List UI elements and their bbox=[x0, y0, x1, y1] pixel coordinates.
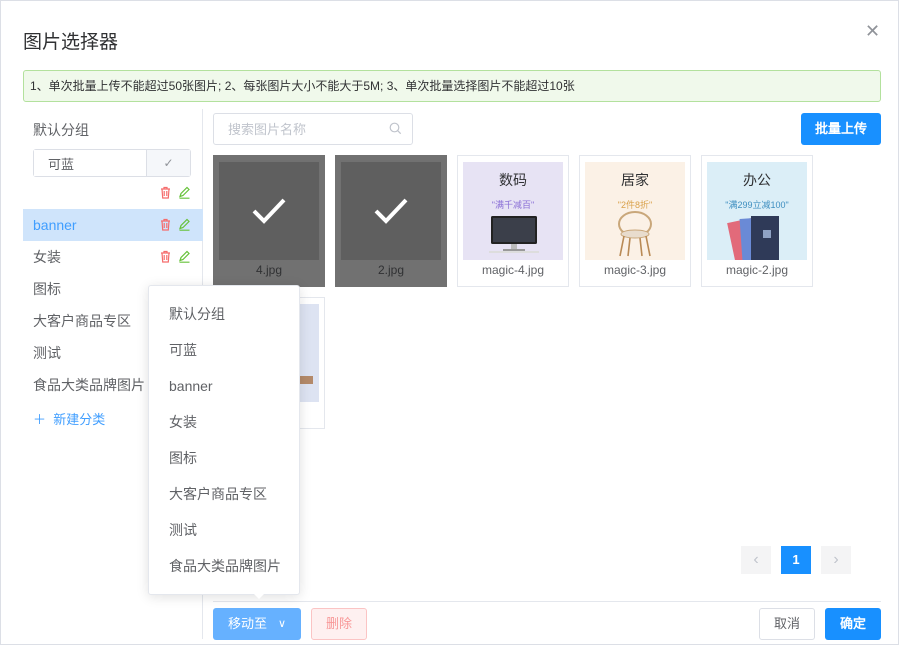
image-card[interactable]: 2.jpg bbox=[335, 155, 447, 287]
category-actions bbox=[159, 218, 191, 231]
pagination-current-page[interactable]: 1 bbox=[781, 546, 811, 574]
batch-upload-button[interactable]: 批量上传 bbox=[801, 113, 881, 145]
edit-icon[interactable] bbox=[178, 250, 191, 263]
category-edit-actions bbox=[159, 186, 191, 199]
category-item[interactable]: banner bbox=[23, 209, 203, 241]
dropdown-item[interactable]: 食品大类品牌图片 bbox=[149, 548, 299, 584]
image-thumbnail: 数码 "满千减百" bbox=[463, 162, 563, 260]
delete-icon[interactable] bbox=[159, 250, 172, 263]
pagination-prev[interactable]: ‹ bbox=[741, 546, 771, 574]
plus-icon: ＋ bbox=[33, 412, 47, 427]
dialog-title: 图片选择器 bbox=[23, 32, 119, 53]
image-name: magic-4.jpg bbox=[481, 263, 545, 277]
chevron-down-icon: ∨ bbox=[277, 618, 286, 630]
category-label: 大客户商品专区 bbox=[33, 313, 131, 329]
category-label: 女装 bbox=[33, 249, 61, 265]
image-name: 2.jpg bbox=[377, 263, 405, 277]
category-actions bbox=[159, 250, 191, 263]
delete-icon[interactable] bbox=[159, 218, 172, 231]
image-card[interactable]: 4.jpg bbox=[213, 155, 325, 287]
new-category-label: 新建分类 bbox=[53, 412, 106, 427]
folders-picture bbox=[727, 216, 779, 260]
search-icon[interactable] bbox=[389, 122, 402, 135]
category-label: 测试 bbox=[33, 345, 61, 361]
category-label: 图标 bbox=[33, 281, 61, 297]
confirm-button[interactable]: 确定 bbox=[825, 608, 881, 640]
edit-icon[interactable] bbox=[178, 186, 191, 199]
image-card[interactable]: 数码 "满千减百" magic-4.jpg bbox=[457, 155, 569, 287]
promo-title: 办公 bbox=[743, 172, 771, 188]
dropdown-item[interactable]: banner bbox=[149, 368, 299, 404]
cancel-button[interactable]: 取消 bbox=[759, 608, 815, 640]
edit-icon[interactable] bbox=[178, 218, 191, 231]
dropdown-item[interactable]: 测试 bbox=[149, 512, 299, 548]
promo-subtitle: "满千减百" bbox=[491, 200, 535, 210]
category-label: 食品大类品牌图片 bbox=[33, 377, 145, 393]
category-default[interactable]: 默认分组 bbox=[33, 120, 89, 140]
category-edit-row: ✓ bbox=[33, 149, 191, 177]
image-card[interactable]: 居家 "2件8折" magic-3.jpg bbox=[579, 155, 691, 287]
promo-subtitle: "满299立减100" bbox=[725, 200, 789, 210]
upload-notice: 1、单次批量上传不能超过50张图片; 2、每张图片大小不能大于5M; 3、单次批… bbox=[23, 70, 881, 102]
image-thumbnail: 居家 "2件8折" bbox=[585, 162, 685, 260]
category-name-input[interactable] bbox=[34, 150, 146, 176]
search-box bbox=[213, 113, 413, 145]
image-card[interactable]: 办公 "满299立减100" magic-2.jpg bbox=[701, 155, 813, 287]
dropdown-item[interactable]: 可蓝 bbox=[149, 332, 299, 368]
check-icon bbox=[374, 198, 408, 224]
image-thumbnail bbox=[219, 162, 319, 260]
pagination-next[interactable]: › bbox=[821, 546, 851, 574]
search-input[interactable] bbox=[214, 114, 384, 144]
image-name: 4.jpg bbox=[255, 263, 283, 277]
promo-title: 数码 bbox=[499, 172, 527, 188]
move-to-label: 移动至 bbox=[228, 616, 268, 631]
check-icon bbox=[252, 198, 286, 224]
promo-title: 居家 bbox=[621, 172, 649, 188]
new-category-link[interactable]: ＋ 新建分类 bbox=[33, 409, 105, 428]
image-thumbnail: 办公 "满299立减100" bbox=[707, 162, 807, 260]
footer-divider bbox=[213, 601, 881, 602]
move-to-dropdown: 默认分组 可蓝 banner 女装 图标 大客户商品专区 测试 食品大类品牌图片 bbox=[148, 285, 300, 595]
image-thumbnail bbox=[341, 162, 441, 260]
image-name: magic-3.jpg bbox=[603, 263, 667, 277]
delete-button[interactable]: 删除 bbox=[311, 608, 367, 640]
move-to-button[interactable]: 移动至 ∨ bbox=[213, 608, 301, 640]
dropdown-item[interactable]: 默认分组 bbox=[149, 296, 299, 332]
dropdown-arrow bbox=[253, 593, 265, 599]
dropdown-item[interactable]: 女装 bbox=[149, 404, 299, 440]
confirm-icon[interactable]: ✓ bbox=[146, 150, 190, 176]
category-item[interactable]: 女装 bbox=[23, 241, 203, 273]
image-picker-dialog: 图片选择器 ✕ 1、单次批量上传不能超过50张图片; 2、每张图片大小不能大于5… bbox=[0, 0, 899, 645]
dropdown-item[interactable]: 图标 bbox=[149, 440, 299, 476]
category-label: banner bbox=[33, 217, 77, 233]
monitor-picture bbox=[489, 216, 539, 253]
chair-picture bbox=[618, 211, 652, 257]
dropdown-item[interactable]: 大客户商品专区 bbox=[149, 476, 299, 512]
delete-icon[interactable] bbox=[159, 186, 172, 199]
image-name: magic-2.jpg bbox=[725, 263, 789, 277]
close-icon[interactable]: ✕ bbox=[865, 22, 880, 40]
